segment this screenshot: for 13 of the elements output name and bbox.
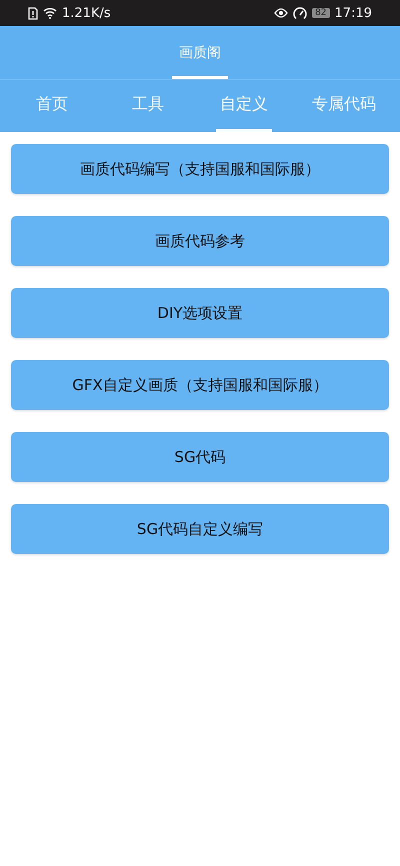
menu-button[interactable]: SG代码自定义编写	[11, 504, 389, 554]
menu-button[interactable]: DIY选项设置	[11, 288, 389, 338]
sim-icon	[28, 6, 38, 20]
gauge-icon	[293, 6, 308, 20]
wifi-icon	[43, 7, 57, 19]
clock: 17:19	[334, 6, 372, 20]
battery-level: 82	[312, 8, 330, 18]
menu-button[interactable]: SG代码	[11, 432, 389, 482]
menu-button[interactable]: GFX自定义画质（支持国服和国际服）	[11, 360, 389, 410]
menu-button[interactable]: 画质代码编写（支持国服和国际服）	[11, 144, 389, 194]
eye-icon	[274, 8, 288, 18]
menu-button[interactable]: 画质代码参考	[11, 216, 389, 266]
network-speed: 1.21K/s	[62, 6, 111, 20]
